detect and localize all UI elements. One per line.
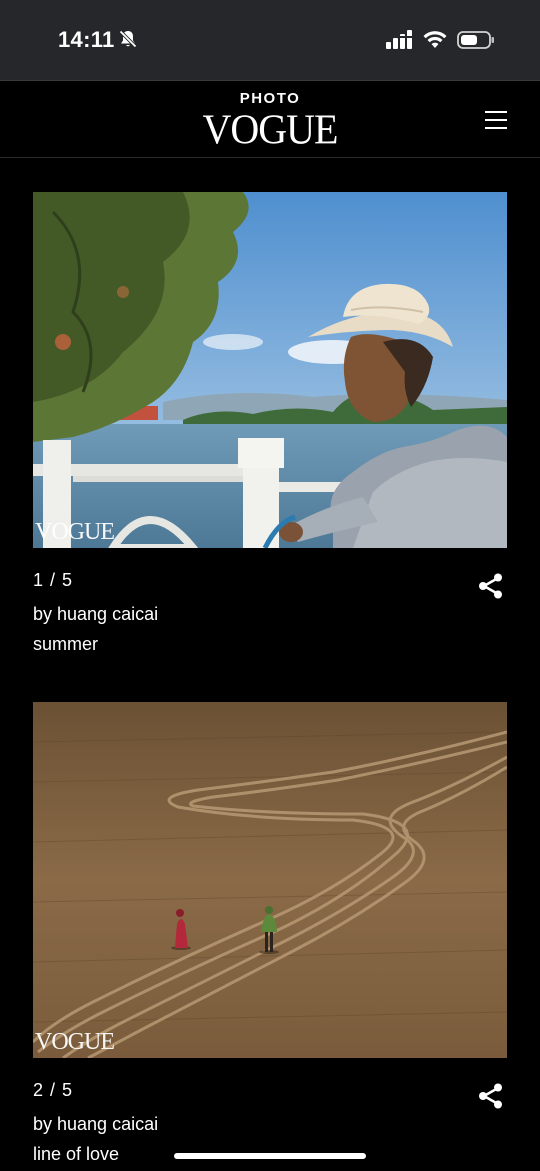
battery-icon (457, 31, 494, 49)
cellular-signal-icon (386, 30, 412, 49)
photo-counter: 1 / 5 (33, 570, 74, 590)
photo-author: by huang caicai (33, 1114, 159, 1134)
status-time: 14:11 (58, 27, 115, 52)
share-icon[interactable] (477, 1082, 505, 1110)
wifi-icon (423, 31, 447, 48)
app-header: PHOTO VOGUE (0, 80, 540, 158)
vogue-watermark: VOGUE (35, 519, 115, 545)
hamburger-menu-icon[interactable] (485, 111, 507, 129)
vogue-logo[interactable]: VOGUE (0, 105, 540, 154)
share-icon[interactable] (477, 572, 505, 600)
photo-caption: summer (33, 634, 99, 654)
photo-card: VOGUE 1 / 5 by huang caicai summer (33, 192, 507, 654)
photo-caption: line of love (33, 1144, 120, 1164)
photo-image-summer[interactable]: VOGUE (33, 192, 507, 548)
bell-slash-icon (119, 30, 137, 48)
photo-counter: 2 / 5 (33, 1080, 74, 1100)
photo-author: by huang caicai (33, 604, 159, 624)
photo-image-line-of-love[interactable]: VOGUE (33, 702, 507, 1058)
photo-card: VOGUE 2 / 5 by huang caicai line of love (33, 702, 507, 1164)
vogue-watermark: VOGUE (35, 1029, 115, 1055)
home-indicator[interactable] (174, 1153, 366, 1159)
status-bar: 14:11 (0, 0, 540, 80)
